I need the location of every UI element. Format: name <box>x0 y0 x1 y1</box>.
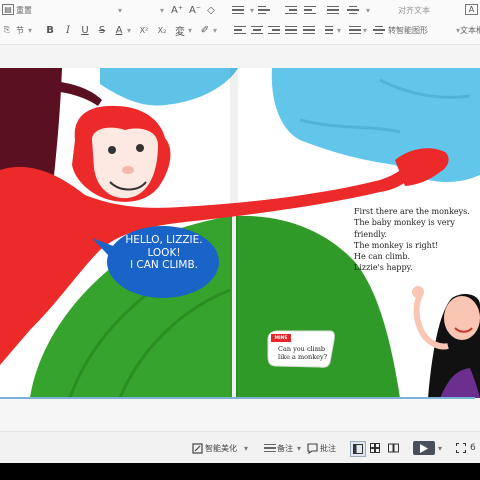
font-color-button[interactable]: A <box>113 21 125 39</box>
status-bar: 智能美化 ▾ 备注 ▾ 批注 ▾ 6 <box>0 431 480 464</box>
girl-face <box>444 296 480 340</box>
bullet-list-dropdown[interactable]: ▾ <box>248 1 256 19</box>
sky-right <box>271 68 480 183</box>
ribbon-row-top: ▤ 重置 ▾ ▾ A⁺ A⁻ ◇ ▾ ▾ 对齐文本 A <box>0 1 480 21</box>
font-icon[interactable]: ▤ <box>2 4 14 15</box>
font-shrink-button[interactable]: A⁻ <box>188 1 202 19</box>
slide-canvas[interactable]: HELLO, LIZZIE. LOOK! I CAN CLIMB. First … <box>0 68 480 398</box>
story-text: First there are the monkeys. The baby mo… <box>354 206 480 274</box>
text-direction-dropdown[interactable]: ▾ <box>364 1 372 19</box>
italic-button[interactable]: I <box>62 21 74 39</box>
strikethrough-button[interactable]: S <box>96 21 108 39</box>
convert-smart-graphic-button[interactable]: 转智能图形 <box>388 21 448 39</box>
question-line: Can you climb <box>278 345 326 353</box>
ribbon-toolbar: ▤ 重置 ▾ ▾ A⁺ A⁻ ◇ ▾ ▾ 对齐文本 A ⎘ 节 ▾ B I U … <box>0 0 480 45</box>
paragraph-spacing-icon[interactable] <box>349 21 361 39</box>
question-text: Can you climb like a monkey? <box>278 345 332 361</box>
canvas-margin-bottom <box>0 399 480 431</box>
increase-indent-icon[interactable] <box>304 1 318 19</box>
font-grow-button[interactable]: A⁺ <box>170 1 184 19</box>
story-line: First there are the monkeys. <box>354 207 470 216</box>
paragraph-spacing-dropdown[interactable]: ▾ <box>361 21 369 39</box>
columns-dropdown[interactable]: ▾ <box>335 21 343 39</box>
clear-format-button[interactable]: ◇ <box>205 1 217 19</box>
screen-bottom-edge <box>0 463 480 480</box>
text-direction-icon[interactable] <box>346 1 360 19</box>
beautify-icon[interactable] <box>192 441 204 455</box>
section-button[interactable]: 节 <box>14 21 26 39</box>
speech-line: LOOK! <box>147 246 181 259</box>
line-spacing-icon[interactable] <box>326 1 340 19</box>
sky-left <box>100 68 238 106</box>
bullet-list-icon[interactable] <box>232 1 246 19</box>
slideshow-dropdown[interactable]: ▾ <box>438 441 446 455</box>
notes-dropdown[interactable]: ▾ <box>297 441 305 455</box>
smart-graphic-icon[interactable] <box>373 21 385 39</box>
justify-icon[interactable] <box>285 21 297 39</box>
textbox-icon[interactable]: A <box>465 4 478 15</box>
story-line: He can climb. <box>354 252 411 262</box>
font-color-dropdown[interactable]: ▾ <box>125 21 133 39</box>
question-badge: MINE Can you climb like a monkey? <box>268 331 333 367</box>
textbox-button[interactable]: 文本框 <box>460 21 480 39</box>
smart-beautify-button[interactable]: 智能美化 <box>205 441 245 455</box>
align-right-icon[interactable] <box>268 21 280 39</box>
normal-view-icon[interactable] <box>350 441 366 457</box>
align-left-icon[interactable] <box>234 21 246 39</box>
comment-icon[interactable] <box>307 441 319 455</box>
story-line: friendly. <box>354 229 387 239</box>
zoom-level[interactable]: 6 <box>470 441 480 455</box>
font-name-dropdown[interactable]: ▾ <box>116 1 124 19</box>
reading-view-icon[interactable] <box>388 441 400 455</box>
beautify-dropdown[interactable]: ▾ <box>244 441 252 455</box>
highlight-dropdown[interactable]: ▾ <box>211 21 219 39</box>
story-line: The baby monkey is very <box>354 218 455 228</box>
story-line: Lizzie's happy. <box>354 263 413 273</box>
underline-button[interactable]: U <box>79 21 91 39</box>
phonetic-guide-button[interactable]: 変 <box>174 21 186 39</box>
notes-button[interactable]: 备注 <box>277 441 297 455</box>
numbered-list-icon[interactable] <box>258 1 272 19</box>
speech-bubble: HELLO, LIZZIE. LOOK! I CAN CLIMB. <box>122 234 206 296</box>
columns-icon[interactable] <box>323 21 335 39</box>
align-text-button[interactable]: 对齐文本 <box>398 1 448 19</box>
question-tag: MINE <box>271 334 291 342</box>
superscript-button[interactable]: X² <box>136 21 152 39</box>
branch <box>60 82 102 106</box>
decrease-indent-icon[interactable] <box>283 1 297 19</box>
slide-sorter-icon[interactable] <box>370 441 382 455</box>
comment-button[interactable]: 批注 <box>320 441 340 455</box>
notes-icon[interactable] <box>264 441 276 455</box>
question-line: like a monkey? <box>278 353 328 361</box>
play-icon <box>420 443 428 453</box>
story-line: The monkey is right! <box>354 240 439 250</box>
canvas-margin-top <box>0 45 480 68</box>
font-size-dropdown[interactable]: ▾ <box>158 1 166 19</box>
section-dropdown[interactable]: ▾ <box>26 21 34 39</box>
play-slideshow-button[interactable] <box>413 441 435 455</box>
speech-line: HELLO, LIZZIE. <box>125 234 203 246</box>
speech-line: I CAN CLIMB. <box>129 259 199 271</box>
highlight-icon[interactable]: ✐ <box>199 21 211 39</box>
distribute-icon[interactable] <box>303 21 315 39</box>
align-center-icon[interactable] <box>251 21 263 39</box>
subscript-button[interactable]: X₂ <box>154 21 170 39</box>
font-name-box[interactable]: 重置 <box>16 1 56 19</box>
phonetic-dropdown[interactable]: ▾ <box>186 21 194 39</box>
section-icon[interactable]: ⎘ <box>2 21 12 39</box>
ribbon-row-bottom: ⎘ 节 ▾ B I U S A ▾ X² X₂ 変 ▾ ✐ ▾ ▾ ▾ 转智能图… <box>0 21 480 41</box>
bold-button[interactable]: B <box>44 21 56 39</box>
fit-window-icon[interactable] <box>456 441 468 455</box>
